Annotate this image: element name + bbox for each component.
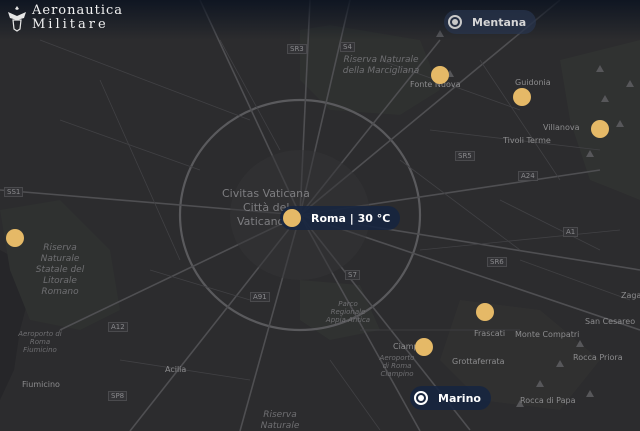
- park-label: Riserva Naturale Statale del Litorale Ro…: [35, 243, 85, 297]
- place-label: Zaga: [621, 291, 640, 300]
- location-ring-icon: [414, 391, 428, 405]
- weather-marker[interactable]: [431, 66, 449, 84]
- weather-marker-icon: [283, 209, 301, 227]
- weather-marker[interactable]: [591, 120, 609, 138]
- road-tag: A91: [250, 292, 270, 302]
- airport-label: Aeroporto di Roma Ciampino: [379, 354, 415, 378]
- location-ring-icon: [448, 15, 462, 29]
- weather-marker[interactable]: [513, 88, 531, 106]
- brand-name: Aeronautica Militare: [32, 4, 123, 32]
- road-tag: SP8: [108, 391, 128, 401]
- weather-marker[interactable]: [6, 229, 24, 247]
- place-label: Rocca Priora: [573, 353, 623, 362]
- weather-marker[interactable]: [476, 303, 494, 321]
- place-label: Monte Compatri: [515, 330, 580, 339]
- road-tag: SR6: [487, 257, 507, 267]
- place-label: Frascati: [474, 329, 506, 338]
- place-label: San Cesareo: [585, 317, 636, 326]
- road-tag: SR3: [287, 44, 307, 54]
- place-label: Grottaferrata: [452, 357, 505, 366]
- road-tag: A24: [518, 171, 538, 181]
- place-label: Acilia: [165, 365, 187, 374]
- location-pill-marino[interactable]: Marino: [410, 386, 491, 410]
- map-view[interactable]: Aeronautica Militare Civitas Vaticana Ci…: [0, 0, 640, 431]
- road-tag: A1: [563, 227, 579, 237]
- weather-marker[interactable]: [415, 338, 433, 356]
- park-label: Parco Regionale Appia Antica: [325, 300, 371, 324]
- brand-logo[interactable]: Aeronautica Militare: [6, 4, 123, 32]
- place-label: Guidonia: [515, 78, 551, 87]
- airport-label: Aeroporto di Roma Fiumicino: [18, 330, 62, 354]
- place-label: Civitas Vaticana: [222, 187, 310, 200]
- road-tag: S4: [340, 42, 355, 52]
- location-pill-roma[interactable]: Roma | 30 °C: [280, 206, 401, 230]
- road-tag: A12: [108, 322, 128, 332]
- location-pill-mentana[interactable]: Mentana: [444, 10, 537, 34]
- location-name: Roma | 30 °C: [311, 211, 391, 225]
- park-label: Riserva Naturale: [260, 410, 300, 431]
- road-tag: SR5: [455, 151, 475, 161]
- location-name: Marino: [438, 391, 481, 405]
- park-label: Riserva Naturale della Marcigliana: [342, 55, 420, 76]
- road-tag: SS1: [4, 187, 24, 197]
- location-name: Mentana: [472, 15, 527, 29]
- place-label: Rocca di Papa: [520, 396, 576, 405]
- place-label: Tivoli Terme: [503, 136, 551, 145]
- place-label: Villanova: [543, 123, 580, 132]
- road-tag: S7: [345, 270, 360, 280]
- place-label: Vaticano: [237, 215, 285, 228]
- place-label: Fiumicino: [22, 380, 60, 389]
- brand-line-2: Militare: [32, 17, 109, 32]
- brand-line-1: Aeronautica: [32, 3, 124, 18]
- eagle-emblem-icon: [8, 6, 26, 32]
